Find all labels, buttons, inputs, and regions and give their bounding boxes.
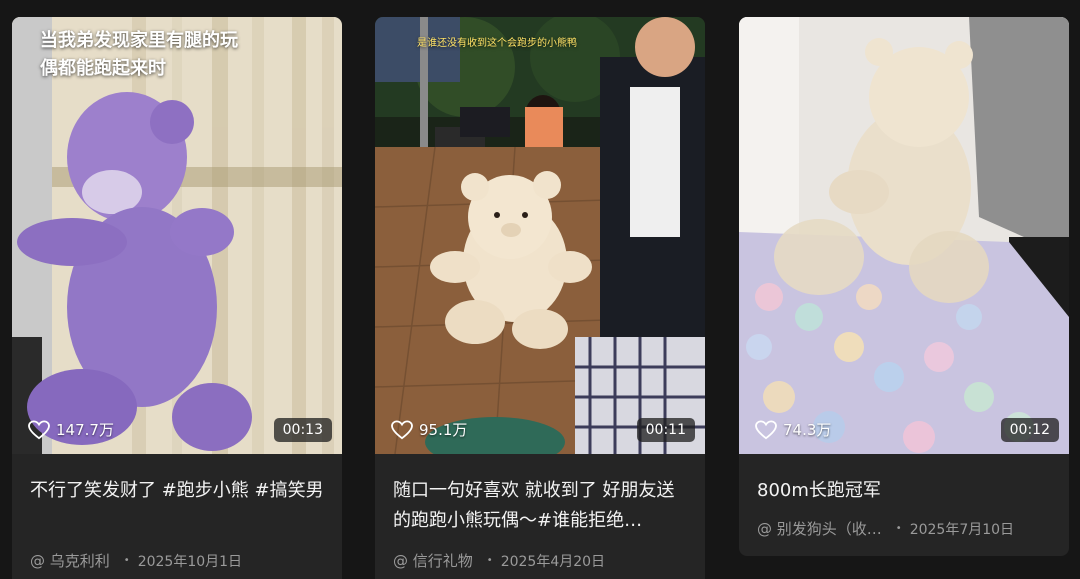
video-duration-badge: 00:11	[636, 418, 695, 442]
separator-dot: •	[123, 555, 130, 566]
like-count[interactable]: 74.3万	[755, 419, 831, 440]
heart-outline-icon	[28, 419, 50, 439]
author-name[interactable]: @ 乌克利利	[30, 550, 110, 571]
separator-dot: •	[486, 555, 493, 566]
video-caption-overlay: 当我弟发现家里有腿的玩偶都能跑起来时	[40, 30, 238, 79]
publish-date: 2025年7月10日	[909, 521, 1015, 538]
bed-teddy-bear-scene	[739, 17, 1069, 454]
video-card[interactable]: 74.3万 00:12 800m长跑冠军 @ 别发狗头（收… • 2025年7月…	[739, 17, 1069, 556]
like-count[interactable]: 95.1万	[391, 419, 467, 440]
video-thumbnail[interactable]: 74.3万 00:12	[739, 17, 1069, 454]
publish-date: 2025年4月20日	[500, 553, 606, 570]
video-caption-overlay: 是谁还没有收到这个会跑步的小熊鸭	[417, 38, 577, 49]
publish-date: 2025年10月1日	[137, 553, 243, 570]
video-title[interactable]: 800m长跑冠军	[757, 476, 1051, 510]
like-count-label: 95.1万	[419, 421, 468, 439]
video-thumbnail[interactable]: 当我弟发现家里有腿的玩偶都能跑起来时 147.7万 00:13	[12, 17, 342, 454]
street-teddy-bear-scene	[375, 17, 705, 454]
heart-outline-icon	[755, 419, 777, 439]
separator-dot: •	[895, 523, 902, 534]
heart-outline-icon	[391, 419, 413, 439]
author-name[interactable]: @ 信行礼物	[393, 550, 473, 571]
video-card[interactable]: 当我弟发现家里有腿的玩偶都能跑起来时 147.7万 00:13 不行了笑发财了 …	[12, 17, 342, 579]
video-duration-badge: 00:12	[1000, 418, 1059, 442]
author-name[interactable]: @ 别发狗头（收…	[757, 518, 882, 539]
video-duration-badge: 00:13	[273, 418, 332, 442]
video-title[interactable]: 随口一句好喜欢 就收到了 好朋友送的跑跑小熊玩偶～#谁能拒绝…	[393, 476, 687, 538]
video-title[interactable]: 不行了笑发财了 #跑步小熊 #搞笑男	[30, 476, 324, 538]
like-count-label: 147.7万	[56, 421, 114, 439]
video-card[interactable]: 是谁还没有收到这个会跑步的小熊鸭 95.1万 00:11 随口一句好喜欢 就收到…	[375, 17, 705, 579]
video-thumbnail[interactable]: 是谁还没有收到这个会跑步的小熊鸭 95.1万 00:11	[375, 17, 705, 454]
like-count-label: 74.3万	[783, 421, 832, 439]
like-count[interactable]: 147.7万	[28, 419, 114, 440]
